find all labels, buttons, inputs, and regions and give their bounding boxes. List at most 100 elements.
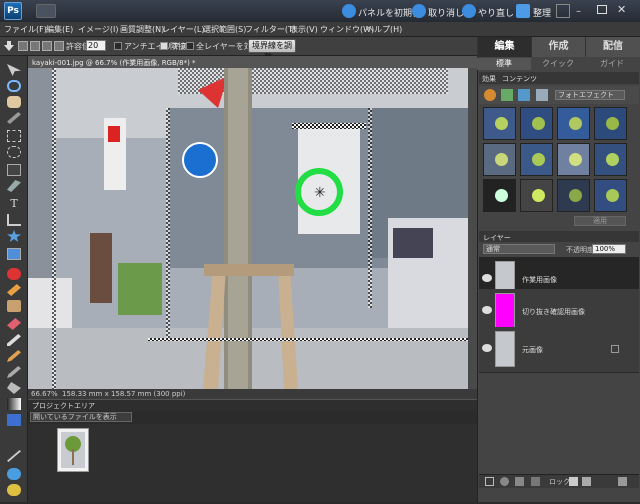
- effect-thumb[interactable]: [520, 143, 553, 176]
- tolerance-input[interactable]: 20: [86, 40, 106, 51]
- intersect-selection-icon[interactable]: [54, 41, 64, 51]
- paint-bucket-tool-icon[interactable]: [7, 382, 21, 394]
- zoom-tool-icon[interactable]: [7, 80, 21, 92]
- image-canvas[interactable]: ✳: [28, 68, 468, 389]
- visibility-eye-icon[interactable]: [482, 344, 492, 352]
- crop-tool-icon[interactable]: [7, 214, 21, 226]
- maximize-icon[interactable]: [597, 5, 607, 14]
- cookie-cutter-tool-icon[interactable]: [7, 230, 21, 242]
- sponge-tool-icon[interactable]: [7, 468, 21, 480]
- menu-file[interactable]: ファイル(F): [4, 24, 47, 35]
- menu-view[interactable]: 表示(V): [290, 24, 318, 35]
- effect-thumb[interactable]: [594, 107, 627, 140]
- new-selection-icon[interactable]: [18, 41, 28, 51]
- reset-panels-icon[interactable]: [342, 4, 356, 18]
- close-icon[interactable]: ✕: [617, 3, 626, 16]
- tab-edit[interactable]: 編集: [477, 37, 531, 57]
- effect-thumb[interactable]: [594, 179, 627, 212]
- blur-tool-icon[interactable]: [7, 450, 21, 462]
- eraser-tool-icon[interactable]: [7, 318, 21, 330]
- effect-thumb[interactable]: [594, 143, 627, 176]
- color-replace-tool-icon[interactable]: [7, 484, 21, 496]
- subtab-quick[interactable]: クイック: [531, 58, 585, 70]
- layer-mask-icon[interactable]: [515, 477, 524, 486]
- move-tool-icon[interactable]: [7, 64, 21, 76]
- contiguous-checkbox[interactable]: 隣接: [160, 41, 186, 52]
- add-selection-icon[interactable]: [30, 41, 40, 51]
- spot-healing-tool-icon[interactable]: [7, 284, 21, 296]
- filters-icon[interactable]: [484, 89, 496, 101]
- all-effects-icon[interactable]: [536, 89, 548, 101]
- lock-transparency-icon[interactable]: [569, 477, 578, 486]
- smart-brush-tool-icon[interactable]: [7, 366, 21, 378]
- document-tab-title[interactable]: kayaki-001.jpg @ 66.7% (作業用画像, RGB/8*) *: [32, 58, 196, 68]
- menu-edit[interactable]: 編集(E): [46, 24, 73, 35]
- layer-row[interactable]: 元画像: [479, 327, 639, 373]
- effect-thumb[interactable]: [520, 179, 553, 212]
- panel-tab-effects[interactable]: 効果: [482, 74, 496, 84]
- project-bin-title[interactable]: プロジェクトエリア: [32, 401, 95, 411]
- link-layer-icon[interactable]: [531, 477, 540, 486]
- minimize-icon[interactable]: –: [576, 6, 581, 17]
- brush-tool-icon[interactable]: [7, 350, 21, 362]
- shape-tool-icon[interactable]: [7, 414, 21, 426]
- adjustment-layer-icon[interactable]: [500, 477, 509, 486]
- quick-selection-tool-icon[interactable]: [7, 180, 21, 192]
- screen-mode-button[interactable]: [36, 4, 56, 18]
- lasso-tool-icon[interactable]: [7, 146, 21, 158]
- subtract-selection-icon[interactable]: [42, 41, 52, 51]
- effect-thumb[interactable]: [557, 143, 590, 176]
- vertical-scrollbar[interactable]: [468, 68, 477, 389]
- layer-styles-icon[interactable]: [501, 89, 513, 101]
- delete-layer-icon[interactable]: [618, 477, 627, 486]
- tab-share[interactable]: 配信: [585, 37, 640, 57]
- type-tool-icon[interactable]: T: [7, 198, 21, 210]
- gradient-tool-icon[interactable]: [7, 398, 21, 410]
- app-logo[interactable]: Ps: [4, 2, 22, 20]
- menu-image[interactable]: イメージ(I): [78, 24, 118, 35]
- menu-layer[interactable]: レイヤー(L): [162, 24, 204, 35]
- red-eye-tool-icon[interactable]: [7, 268, 21, 280]
- hand-tool-icon[interactable]: [7, 96, 21, 108]
- blend-mode-select[interactable]: 通常: [483, 244, 555, 254]
- menu-filter[interactable]: フィルター(T): [245, 24, 296, 35]
- new-layer-icon[interactable]: [485, 477, 494, 486]
- lock-all-icon[interactable]: [582, 477, 591, 486]
- effect-thumb[interactable]: [483, 179, 516, 212]
- clone-stamp-tool-icon[interactable]: [7, 300, 21, 312]
- marquee-tool-icon[interactable]: [7, 130, 21, 142]
- effect-thumb[interactable]: [483, 107, 516, 140]
- subtab-full[interactable]: 標準: [477, 58, 531, 70]
- panel-tab-content[interactable]: コンテンツ: [502, 74, 537, 84]
- effect-thumb[interactable]: [520, 107, 553, 140]
- pencil-tool-icon[interactable]: [7, 334, 21, 346]
- visibility-eye-icon[interactable]: [482, 274, 492, 282]
- menu-help[interactable]: ヘルプ(H): [366, 24, 402, 35]
- menu-select[interactable]: 選択範囲(S): [203, 24, 246, 35]
- straighten-tool-icon[interactable]: [7, 248, 21, 260]
- project-bin-filter-select[interactable]: 開いているファイルを表示: [30, 412, 132, 422]
- tab-create[interactable]: 作成: [531, 37, 585, 57]
- apply-effect-button[interactable]: 適用: [574, 216, 626, 226]
- visibility-eye-icon[interactable]: [482, 306, 492, 314]
- organizer-icon[interactable]: [516, 4, 530, 18]
- eyedropper-tool-icon[interactable]: [7, 112, 21, 124]
- subtab-guided[interactable]: ガイド: [585, 58, 639, 70]
- menu-enhance[interactable]: 画質調整(N): [120, 24, 164, 35]
- effect-thumb[interactable]: [557, 107, 590, 140]
- refine-edge-button[interactable]: 境界線を調整...: [248, 39, 296, 62]
- layers-panel-title[interactable]: レイヤー: [483, 233, 511, 243]
- photo-effects-icon[interactable]: [518, 89, 530, 101]
- project-bin-thumbnail[interactable]: [57, 428, 89, 472]
- effects-category-select[interactable]: フォトエフェクト: [555, 90, 625, 100]
- effect-thumb[interactable]: [483, 143, 516, 176]
- magic-wand-tool-icon[interactable]: [7, 164, 21, 176]
- opacity-input[interactable]: 100%: [592, 244, 626, 254]
- help-icon[interactable]: [556, 4, 570, 18]
- effect-thumb[interactable]: [557, 179, 590, 212]
- redo-icon[interactable]: [462, 4, 476, 18]
- layer-name[interactable]: 切り抜き確認用画像: [522, 307, 585, 317]
- zoom-readout[interactable]: 66.67%: [31, 390, 58, 398]
- undo-button[interactable]: 取り消し: [428, 6, 464, 19]
- layer-name[interactable]: 元画像: [522, 345, 543, 355]
